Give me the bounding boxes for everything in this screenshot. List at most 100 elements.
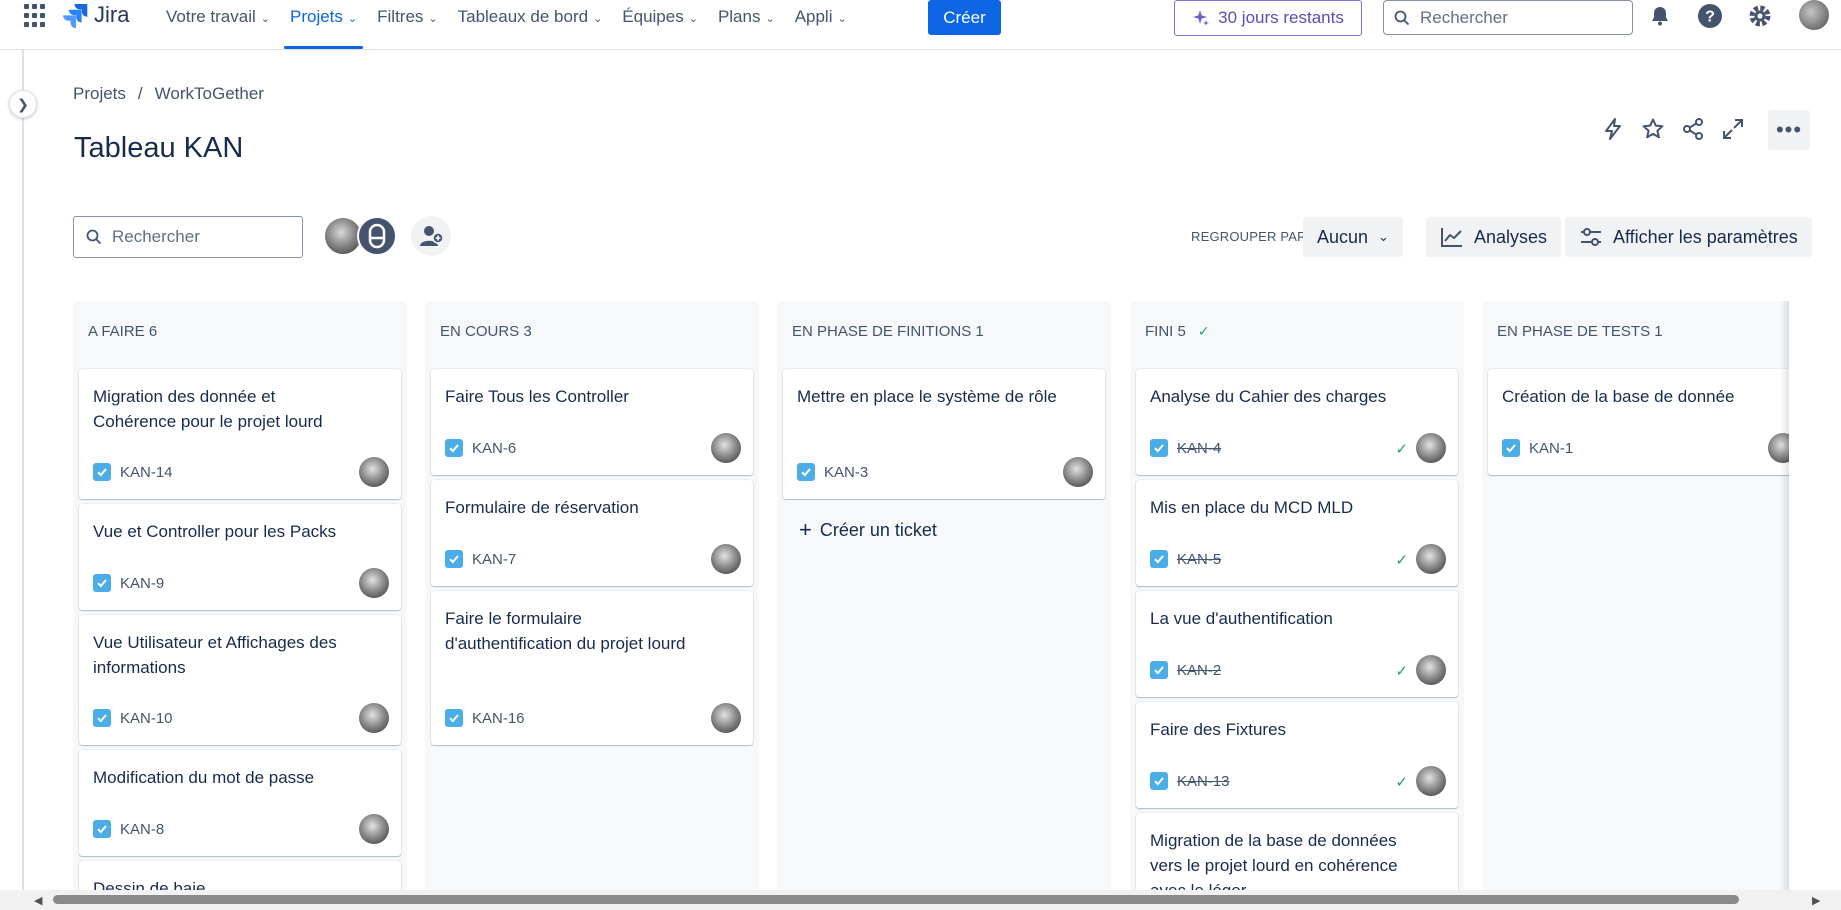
issue-key[interactable]: KAN-14: [120, 464, 173, 481]
nav-item-appli[interactable]: Appli ⌄: [787, 0, 855, 34]
issue-card[interactable]: Faire le formulaire d'authentification d…: [431, 591, 753, 745]
issue-card[interactable]: Analyse du Cahier des charges KAN-4 ✓: [1136, 369, 1458, 475]
issue-title: Mis en place du MCD MLD: [1150, 498, 1354, 517]
help-icon[interactable]: ?: [1696, 2, 1724, 30]
issue-key[interactable]: KAN-4: [1177, 440, 1221, 457]
assignee-avatar[interactable]: [1416, 766, 1446, 796]
issue-card[interactable]: Faire des Fixtures KAN-13 ✓: [1136, 702, 1458, 808]
assignee-avatar[interactable]: [711, 544, 741, 574]
board-search-placeholder: Rechercher: [112, 227, 200, 246]
nav-item-label: Filtres: [377, 7, 424, 26]
issue-key[interactable]: KAN-6: [472, 440, 516, 457]
chevron-down-icon: ⌄: [260, 12, 270, 25]
issue-key[interactable]: KAN-5: [1177, 551, 1221, 568]
more-actions-ellipsis-icon[interactable]: •••: [1768, 110, 1810, 150]
app-switcher-icon[interactable]: [24, 4, 48, 28]
nav-item-projets[interactable]: Projets ⌄: [282, 0, 365, 49]
fullscreen-expand-icon[interactable]: [1720, 112, 1746, 146]
issue-card[interactable]: La vue d'authentification KAN-2 ✓: [1136, 591, 1458, 697]
issue-key[interactable]: KAN-16: [472, 710, 525, 727]
issue-card[interactable]: Mis en place du MCD MLD KAN-5 ✓: [1136, 480, 1458, 586]
nav-item-tableaux-de-bord[interactable]: Tableaux de bord ⌄: [450, 0, 611, 34]
assignee-avatar[interactable]: [711, 433, 741, 463]
column-header[interactable]: EN COURS 3: [440, 323, 532, 340]
column-title: EN PHASE DE TESTS 1: [1497, 323, 1663, 340]
issue-card[interactable]: Dessin de baie: [79, 861, 401, 891]
issue-card[interactable]: Migration de la base de données vers le …: [1136, 813, 1458, 891]
issue-card[interactable]: Modification du mot de passe KAN-8: [79, 750, 401, 856]
breadcrumb-projects-link[interactable]: Projets: [73, 84, 126, 104]
assignee-avatar[interactable]: [359, 703, 389, 733]
jira-logo[interactable]: Jira: [62, 0, 129, 30]
group-by-label: REGROUPER PAR: [1191, 229, 1307, 244]
share-icon[interactable]: [1680, 112, 1706, 146]
task-checkbox-icon: [1150, 550, 1168, 568]
trial-button[interactable]: 30 jours restants: [1174, 0, 1362, 36]
breadcrumb-project-link[interactable]: WorkToGether: [155, 84, 264, 104]
issue-key[interactable]: KAN-2: [1177, 662, 1221, 679]
column-header[interactable]: FINI 5 ✓: [1145, 323, 1210, 340]
assignee-avatar[interactable]: [1416, 544, 1446, 574]
profile-avatar[interactable]: [1799, 0, 1829, 30]
view-settings-button[interactable]: Afficher les paramètres: [1565, 217, 1812, 257]
issue-card[interactable]: Formulaire de réservation KAN-7: [431, 480, 753, 586]
task-checkbox-icon: [445, 439, 463, 457]
notifications-icon[interactable]: [1646, 2, 1674, 30]
star-icon[interactable]: [1640, 112, 1666, 146]
task-checkbox-icon: [445, 550, 463, 568]
horizontal-scrollbar[interactable]: ◀ ▶: [0, 890, 1841, 910]
issue-footer: KAN-8: [93, 814, 389, 844]
task-checkbox-icon: [1150, 439, 1168, 457]
issue-card[interactable]: Vue et Controller pour les Packs KAN-9: [79, 504, 401, 610]
column-header[interactable]: A FAIRE 6: [88, 323, 157, 340]
assignee-avatar[interactable]: [359, 568, 389, 598]
issue-key[interactable]: KAN-13: [1177, 773, 1230, 790]
issue-card[interactable]: Création de la base de donnée KAN-1: [1488, 369, 1789, 475]
nav-item-filtres[interactable]: Filtres ⌄: [369, 0, 446, 34]
analyses-button[interactable]: Analyses: [1426, 217, 1562, 257]
issue-key[interactable]: KAN-1: [1529, 440, 1573, 457]
add-person-icon[interactable]: [411, 216, 451, 256]
nav-item-plans[interactable]: Plans ⌄: [710, 0, 783, 34]
board-search-input[interactable]: Rechercher: [73, 216, 303, 258]
issue-title: Faire le formulaire d'authentification d…: [445, 609, 686, 653]
expand-sidebar-chevron-right-icon[interactable]: ❯: [9, 90, 37, 118]
issue-footer: KAN-10: [93, 703, 389, 733]
issue-key[interactable]: KAN-3: [824, 464, 868, 481]
issue-card[interactable]: Migration des donnée et Cohérence pour l…: [79, 369, 401, 499]
scrollbar-thumb[interactable]: [53, 895, 1739, 904]
issue-card[interactable]: Faire Tous les Controller KAN-6: [431, 369, 753, 475]
issue-key[interactable]: KAN-8: [120, 821, 164, 838]
create-ticket-button[interactable]: + Créer un ticket: [799, 517, 937, 543]
scroll-left-arrow-icon[interactable]: ◀: [34, 894, 42, 907]
assignee-avatar[interactable]: [359, 457, 389, 487]
group-by-select[interactable]: Aucun ⌄: [1303, 217, 1403, 257]
chevron-down-icon: ⌄: [1378, 229, 1389, 244]
scroll-right-arrow-icon[interactable]: ▶: [1812, 894, 1820, 907]
assignee-avatar-unassigned[interactable]: [357, 216, 397, 256]
assignee-avatar[interactable]: [359, 814, 389, 844]
column-title: A FAIRE 6: [88, 323, 158, 340]
column-header[interactable]: EN PHASE DE TESTS 1: [1497, 323, 1663, 340]
column-title: FINI 5: [1145, 323, 1186, 340]
assignee-avatar[interactable]: [1416, 655, 1446, 685]
issue-key[interactable]: KAN-7: [472, 551, 516, 568]
assignee-avatar[interactable]: [1063, 457, 1093, 487]
issue-card[interactable]: Vue Utilisateur et Affichages des inform…: [79, 615, 401, 745]
assignee-avatar[interactable]: [711, 703, 741, 733]
issue-card[interactable]: Mettre en place le système de rôle KAN-3: [783, 369, 1105, 499]
settings-gear-icon[interactable]: [1746, 2, 1774, 30]
assignee-avatar[interactable]: [1416, 433, 1446, 463]
nav-item-equipes[interactable]: Équipes ⌄: [614, 0, 706, 34]
done-check-icon: ✓: [1395, 774, 1408, 791]
column-done-check-icon: ✓: [1197, 323, 1210, 339]
global-search-input[interactable]: Rechercher: [1383, 0, 1633, 35]
issue-key[interactable]: KAN-9: [120, 575, 164, 592]
automation-lightning-icon[interactable]: [1600, 112, 1626, 146]
column-header[interactable]: EN PHASE DE FINITIONS 1: [792, 323, 984, 340]
create-button[interactable]: Créer: [928, 0, 1001, 35]
nav-item-label: Votre travail: [166, 7, 256, 26]
create-ticket-label: Créer un ticket: [819, 519, 937, 540]
issue-key[interactable]: KAN-10: [120, 710, 173, 727]
nav-item-votre-travail[interactable]: Votre travail ⌄: [158, 0, 278, 34]
